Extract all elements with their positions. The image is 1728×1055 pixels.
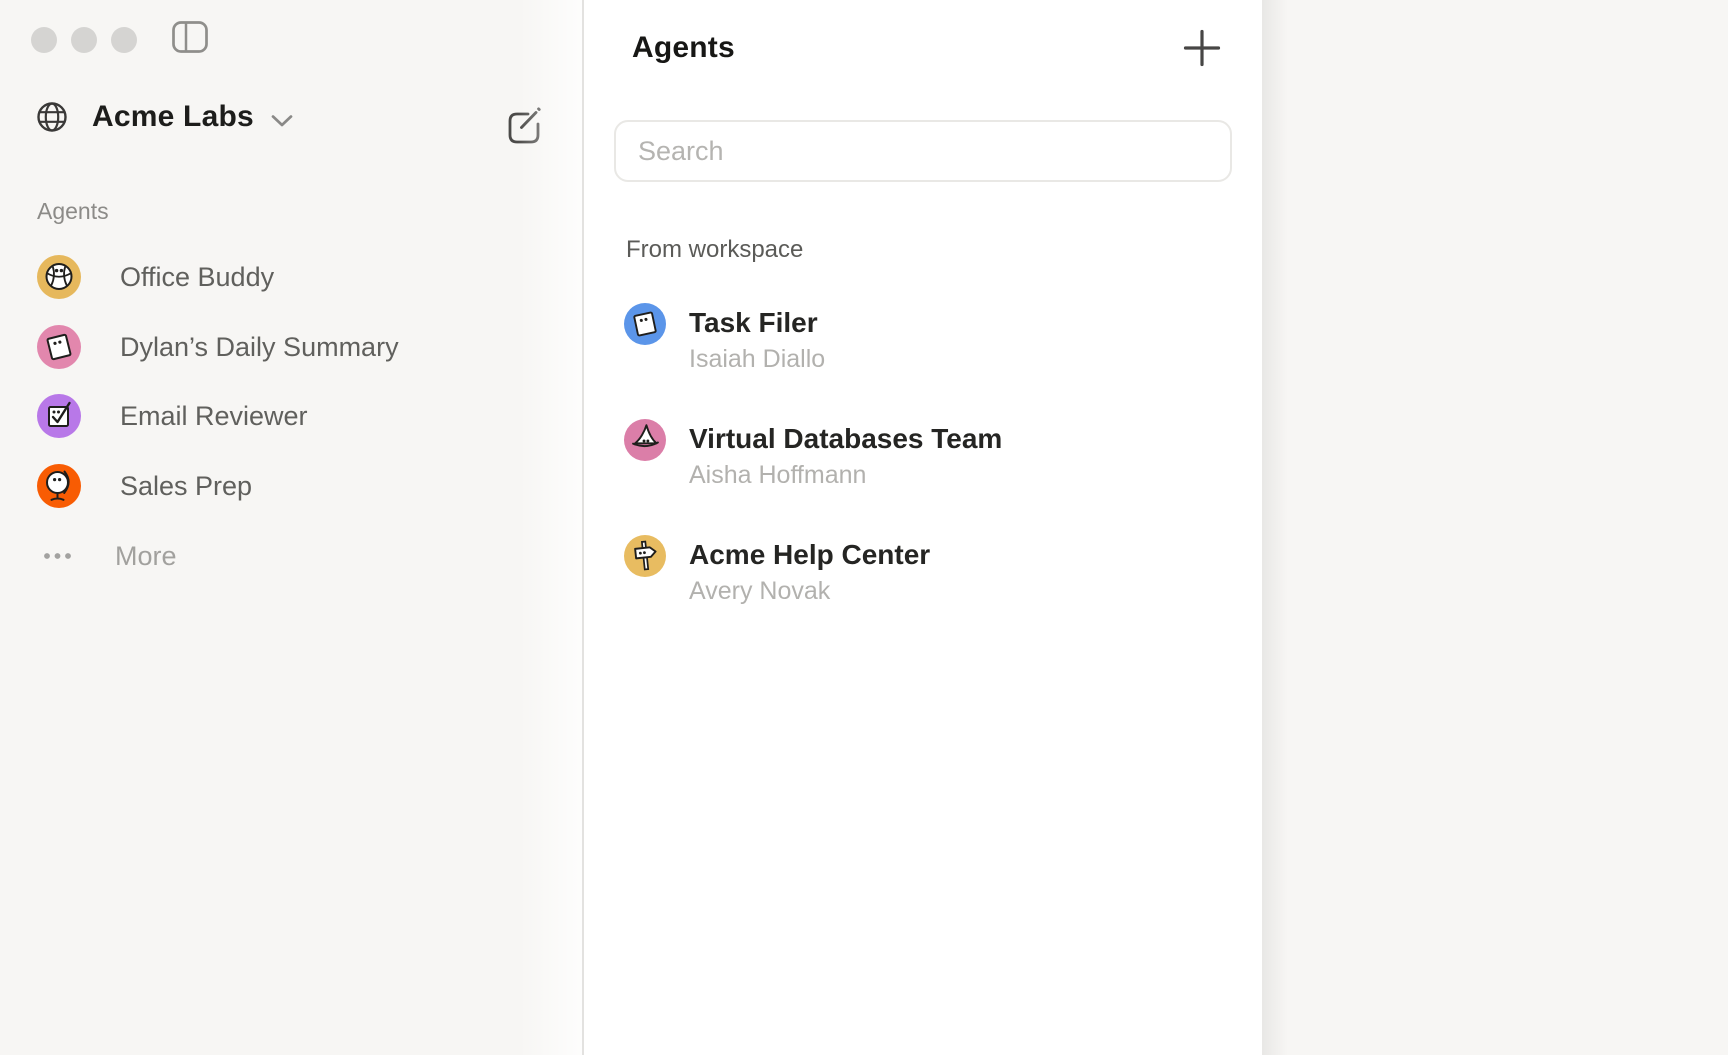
window-controls (31, 27, 137, 53)
app-window: Acme Labs Agents Office Buddy (0, 0, 1728, 1055)
panel-section-label: From workspace (626, 236, 803, 264)
desk-globe-avatar-icon (37, 464, 81, 508)
signpost-avatar-icon (624, 535, 666, 577)
content-backdrop (1262, 0, 1728, 1055)
sidebar-item-label: Sales Prep (120, 471, 252, 502)
workspace-switcher[interactable]: Acme Labs (31, 94, 296, 140)
chevron-down-icon (268, 112, 296, 130)
sidebar-item-dylans-daily-summary[interactable]: Dylan’s Daily Summary (37, 325, 399, 369)
sidebar-item-more[interactable]: More (37, 534, 177, 578)
add-agent-button[interactable] (1182, 28, 1222, 68)
plus-icon (1182, 28, 1222, 68)
agent-owner: Avery Novak (689, 575, 930, 607)
sidebar-section-label: Agents (37, 198, 109, 225)
agent-owner: Aisha Hoffmann (689, 459, 1002, 491)
agent-name: Task Filer (689, 305, 825, 341)
ellipsis-icon (42, 551, 76, 561)
panel-title: Agents (632, 31, 735, 65)
traffic-light-zoom-button[interactable] (111, 27, 137, 53)
agent-row-acme-help-center[interactable]: Acme Help Center Avery Novak (624, 535, 930, 607)
note-face-avatar-icon (37, 325, 81, 369)
workspace-name: Acme Labs (92, 100, 254, 134)
sidebar-item-label: Dylan’s Daily Summary (120, 332, 399, 363)
sidebar: Acme Labs Agents Office Buddy (0, 0, 584, 1055)
agent-row-virtual-databases-team[interactable]: Virtual Databases Team Aisha Hoffmann (624, 419, 1002, 491)
sidebar-item-email-reviewer[interactable]: Email Reviewer (37, 394, 308, 438)
sidebar-item-sales-prep[interactable]: Sales Prep (37, 464, 252, 508)
globe-face-avatar-icon (37, 255, 81, 299)
agent-row-task-filer[interactable]: Task Filer Isaiah Diallo (624, 303, 825, 375)
sidebar-toggle-icon (170, 19, 210, 55)
sidebar-item-label: More (115, 541, 177, 572)
traffic-light-close-button[interactable] (31, 27, 57, 53)
sidebar-toggle-button[interactable] (170, 19, 210, 55)
note-face-avatar-icon (624, 303, 666, 345)
check-note-avatar-icon (37, 394, 81, 438)
sidebar-item-label: Office Buddy (120, 262, 274, 293)
sidebar-item-office-buddy[interactable]: Office Buddy (37, 255, 274, 299)
agents-panel: Agents From workspace Task Filer Isaiah … (584, 0, 1262, 1055)
agent-name: Virtual Databases Team (689, 421, 1002, 457)
traffic-light-minimize-button[interactable] (71, 27, 97, 53)
agent-name: Acme Help Center (689, 537, 930, 573)
compose-icon (504, 106, 544, 148)
sidebar-item-label: Email Reviewer (120, 401, 308, 432)
search-input[interactable] (614, 120, 1232, 182)
agent-owner: Isaiah Diallo (689, 343, 825, 375)
globe-icon (31, 96, 73, 138)
witch-hat-avatar-icon (624, 419, 666, 461)
compose-button[interactable] (504, 106, 544, 148)
